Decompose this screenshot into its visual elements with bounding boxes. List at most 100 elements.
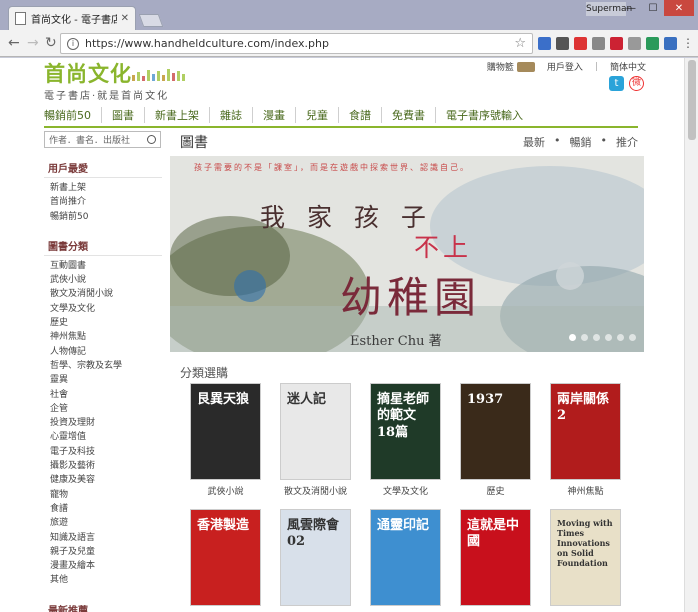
twitter-icon[interactable]: t (609, 76, 624, 91)
sidebar-link[interactable]: 文學及文化 (44, 302, 162, 316)
book-cover[interactable]: 艮異天狼 (190, 383, 261, 480)
scrollbar[interactable] (684, 58, 698, 612)
book-category-label[interactable]: 武俠小說 (190, 484, 261, 497)
sidebar-link[interactable]: 知識及語言 (44, 531, 162, 545)
weibo-icon[interactable]: 微 (629, 76, 644, 91)
sidebar-link[interactable]: 親子及兒童 (44, 545, 162, 559)
carousel-dot[interactable] (629, 334, 636, 341)
nav-item[interactable]: 圖書 (102, 107, 145, 123)
nav-item[interactable]: 兒童 (296, 107, 339, 123)
book-cover[interactable]: 通靈印記 (370, 509, 441, 606)
hero-banner[interactable]: 孩子需要的不是「課室」，而是在遊戲中探索世界、認識自己。 我 家 孩 子 不上 … (170, 156, 644, 352)
nav-item[interactable]: 雜誌 (210, 107, 253, 123)
sort-recommend[interactable]: 推介 (616, 134, 638, 150)
browser-tab[interactable]: 首尚文化 - 電子書店 - 戰 ✕ (8, 6, 136, 30)
extension-icon[interactable] (646, 37, 659, 50)
sort-latest[interactable]: 最新 (523, 134, 545, 150)
sidebar-link[interactable]: 漫畫及繪本 (44, 559, 162, 573)
sidebar-link[interactable]: 暢銷前50 (44, 210, 162, 224)
sort-bestseller[interactable]: 暢銷 (570, 134, 592, 150)
book-cover[interactable]: 迷人記 (280, 383, 351, 480)
nav-item[interactable]: 免費書 (382, 107, 436, 123)
carousel-dot[interactable] (581, 334, 588, 341)
book-card[interactable]: Moving with Times Innovations on Solid F… (550, 509, 621, 610)
language-link[interactable]: 簡体中文 (610, 60, 646, 73)
bookmark-star-icon[interactable]: ☆ (514, 36, 526, 51)
sidebar-link[interactable]: 人物傳記 (44, 345, 162, 359)
sidebar-link[interactable]: 靈異 (44, 373, 162, 387)
url-text[interactable]: https://www.handheldculture.com/index.ph… (85, 37, 514, 50)
book-card[interactable]: 艮異天狼 武俠小說 (190, 383, 261, 497)
carousel-dot[interactable] (617, 334, 624, 341)
minimize-icon[interactable]: — (620, 0, 642, 16)
nav-item[interactable]: 新書上架 (145, 107, 210, 123)
sidebar-link[interactable]: 食譜 (44, 502, 162, 516)
forward-icon[interactable]: → (27, 35, 39, 51)
book-category-label[interactable]: 歷史 (460, 484, 531, 497)
back-icon[interactable]: ← (8, 35, 20, 51)
close-window-icon[interactable]: ✕ (664, 0, 694, 16)
extension-icon[interactable] (628, 37, 641, 50)
extension-icon[interactable] (664, 37, 677, 50)
info-icon[interactable]: i (67, 37, 79, 50)
sidebar-link[interactable]: 投資及理財 (44, 416, 162, 430)
book-card[interactable]: 香港製造 (190, 509, 261, 610)
close-tab-icon[interactable]: ✕ (121, 13, 129, 24)
sidebar-link[interactable]: 健康及美容 (44, 473, 162, 487)
new-tab-button[interactable] (138, 14, 164, 27)
book-cover[interactable]: 1937 (460, 383, 531, 480)
maximize-icon[interactable]: ☐ (642, 0, 664, 16)
book-category-label[interactable]: 神州焦點 (550, 484, 621, 497)
carousel-dot[interactable] (569, 334, 576, 341)
extension-icon[interactable] (556, 37, 569, 50)
sidebar-link[interactable]: 社會 (44, 388, 162, 402)
menu-icon[interactable]: ⋮ (682, 37, 694, 50)
login-link[interactable]: 用戶登入 (547, 60, 583, 73)
book-card[interactable]: 通靈印記 (370, 509, 441, 610)
sidebar-link[interactable]: 寵物 (44, 488, 162, 502)
sidebar-link[interactable]: 其他 (44, 573, 162, 587)
book-cover[interactable]: 這就是中國 (460, 509, 531, 606)
book-card[interactable]: 兩岸關係2 神州焦點 (550, 383, 621, 497)
address-bar[interactable]: i https://www.handheldculture.com/index.… (60, 33, 533, 54)
reload-icon[interactable]: ↻ (45, 35, 57, 51)
book-card[interactable]: 這就是中國 (460, 509, 531, 610)
sidebar-link[interactable]: 神州焦點 (44, 330, 162, 344)
book-card[interactable]: 迷人記散文及消閒小說 (280, 383, 351, 497)
extension-icon[interactable] (574, 37, 587, 50)
book-cover[interactable]: 香港製造 (190, 509, 261, 606)
carousel-dot[interactable] (593, 334, 600, 341)
search-input[interactable]: 作者．書名．出版社 (44, 131, 161, 148)
sidebar-link[interactable]: 散文及消閒小說 (44, 287, 162, 301)
book-cover[interactable]: 兩岸關係2 (550, 383, 621, 480)
book-cover[interactable]: 風雲際會02 (280, 509, 351, 606)
sidebar-link[interactable]: 互動圖書 (44, 259, 162, 273)
cart-link[interactable]: 購物籃 (487, 60, 535, 73)
sidebar-link[interactable]: 旅遊 (44, 516, 162, 530)
book-card[interactable]: 風雲際會02 (280, 509, 351, 610)
sidebar-link[interactable]: 哲學、宗教及玄學 (44, 359, 162, 373)
sidebar-link[interactable]: 企管 (44, 402, 162, 416)
extension-icon[interactable] (538, 37, 551, 50)
sidebar-link[interactable]: 武俠小說 (44, 273, 162, 287)
nav-item[interactable]: 食譜 (339, 107, 382, 123)
search-icon[interactable] (147, 135, 156, 144)
sidebar-link[interactable]: 電子及科技 (44, 445, 162, 459)
sidebar-link[interactable]: 攝影及藝術 (44, 459, 162, 473)
nav-item[interactable]: 電子書序號輸入 (436, 107, 533, 123)
book-cover[interactable]: 摘星老師的範文18篇 (370, 383, 441, 480)
book-cover[interactable]: Moving with Times Innovations on Solid F… (550, 509, 621, 606)
book-card[interactable]: 1937 歷史 (460, 383, 531, 497)
nav-item[interactable]: 漫畫 (253, 107, 296, 123)
sidebar-link[interactable]: 心靈增值 (44, 430, 162, 444)
nav-item[interactable]: 暢銷前50 (44, 107, 102, 123)
extension-icon[interactable] (610, 37, 623, 50)
sidebar-link[interactable]: 新書上架 (44, 181, 162, 195)
book-category-label[interactable]: 文學及文化 (370, 484, 441, 497)
sidebar-link[interactable]: 首尚推介 (44, 195, 162, 209)
scrollbar-thumb[interactable] (688, 60, 696, 140)
carousel-dot[interactable] (605, 334, 612, 341)
extension-icon[interactable] (592, 37, 605, 50)
site-logo[interactable]: 首尚文化 電子書店·就是首尚文化 (44, 62, 185, 102)
book-category-label[interactable]: 散文及消閒小說 (280, 484, 351, 497)
